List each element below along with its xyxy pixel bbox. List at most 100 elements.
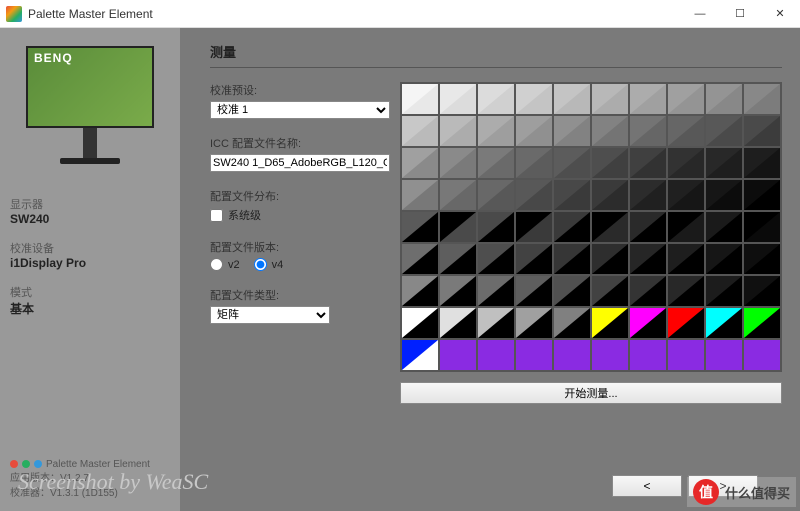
icc-filename-input[interactable] bbox=[210, 154, 390, 172]
color-patch bbox=[515, 339, 553, 371]
color-patch bbox=[401, 339, 439, 371]
color-patch bbox=[667, 339, 705, 371]
color-patch bbox=[705, 275, 743, 307]
color-patch bbox=[439, 115, 477, 147]
color-patch bbox=[667, 211, 705, 243]
color-patch bbox=[477, 339, 515, 371]
preset-select[interactable]: 校准 1 bbox=[210, 101, 390, 119]
color-patch bbox=[743, 243, 781, 275]
color-patch bbox=[439, 147, 477, 179]
smzdm-badge-icon: 值 bbox=[693, 479, 719, 505]
v4-radio[interactable] bbox=[254, 258, 267, 271]
mode-value: 基本 bbox=[10, 300, 170, 317]
preset-label: 校准预设: bbox=[210, 82, 400, 98]
color-patch bbox=[705, 307, 743, 339]
footer-calibrator: V1.3.1 (1D155) bbox=[50, 488, 118, 499]
v2-radio[interactable] bbox=[210, 258, 223, 271]
mode-label: 模式 bbox=[10, 284, 170, 300]
color-patch bbox=[515, 83, 553, 115]
color-patch bbox=[591, 179, 629, 211]
color-patch bbox=[667, 147, 705, 179]
color-patch bbox=[439, 307, 477, 339]
color-patch bbox=[401, 115, 439, 147]
color-patch bbox=[743, 339, 781, 371]
color-patch bbox=[591, 339, 629, 371]
maximize-button[interactable]: ☐ bbox=[720, 0, 760, 28]
distribution-label: 配置文件分布: bbox=[210, 188, 400, 204]
color-patch bbox=[629, 275, 667, 307]
color-patch bbox=[401, 275, 439, 307]
color-patch bbox=[705, 115, 743, 147]
color-patch bbox=[743, 307, 781, 339]
monitor-value: SW240 bbox=[10, 212, 170, 226]
color-patch bbox=[705, 243, 743, 275]
sidebar: BENQ 显示器 SW240 校准设备 i1Display Pro 模式 基本 … bbox=[0, 28, 180, 511]
color-patch bbox=[553, 275, 591, 307]
icc-label: ICC 配置文件名称: bbox=[210, 135, 400, 151]
color-patch bbox=[553, 307, 591, 339]
color-patch bbox=[515, 115, 553, 147]
profile-type-label: 配置文件类型: bbox=[210, 287, 400, 303]
color-patch bbox=[515, 307, 553, 339]
color-patch bbox=[629, 83, 667, 115]
color-patch bbox=[401, 243, 439, 275]
close-button[interactable]: ✕ bbox=[760, 0, 800, 28]
color-patch bbox=[477, 83, 515, 115]
color-patch bbox=[629, 243, 667, 275]
color-patch bbox=[515, 147, 553, 179]
color-patch bbox=[515, 211, 553, 243]
monitor-image: BENQ bbox=[20, 46, 160, 166]
color-patch bbox=[477, 243, 515, 275]
color-patch bbox=[629, 307, 667, 339]
color-patch bbox=[401, 307, 439, 339]
color-patch bbox=[591, 83, 629, 115]
system-level-checkbox[interactable] bbox=[210, 209, 223, 222]
smzdm-text: 什么值得买 bbox=[725, 483, 790, 502]
color-patch bbox=[591, 307, 629, 339]
color-patch bbox=[515, 275, 553, 307]
color-patch bbox=[477, 147, 515, 179]
color-patch bbox=[553, 179, 591, 211]
color-patch bbox=[477, 211, 515, 243]
color-patch bbox=[553, 83, 591, 115]
color-patch bbox=[743, 83, 781, 115]
color-patch bbox=[591, 211, 629, 243]
color-patch bbox=[515, 243, 553, 275]
color-patch bbox=[743, 211, 781, 243]
color-patch bbox=[401, 211, 439, 243]
color-patch bbox=[629, 147, 667, 179]
color-patch bbox=[515, 179, 553, 211]
color-patch bbox=[439, 83, 477, 115]
color-patch bbox=[591, 275, 629, 307]
color-patch bbox=[553, 243, 591, 275]
color-patch bbox=[705, 211, 743, 243]
color-patch bbox=[667, 243, 705, 275]
back-button[interactable]: < bbox=[612, 475, 682, 497]
color-patch bbox=[629, 339, 667, 371]
color-patch bbox=[439, 179, 477, 211]
brand-logo: BENQ bbox=[34, 51, 73, 65]
color-patch bbox=[477, 179, 515, 211]
color-patch bbox=[667, 179, 705, 211]
monitor-label: 显示器 bbox=[10, 196, 170, 212]
color-patch bbox=[439, 275, 477, 307]
color-patch bbox=[401, 147, 439, 179]
color-patch bbox=[553, 147, 591, 179]
window-title: Palette Master Element bbox=[28, 7, 680, 21]
color-patch bbox=[743, 147, 781, 179]
color-patch bbox=[553, 339, 591, 371]
page-title: 测量 bbox=[210, 42, 782, 68]
color-patch bbox=[591, 243, 629, 275]
color-patch bbox=[705, 179, 743, 211]
profile-type-select[interactable]: 矩阵 bbox=[210, 306, 330, 324]
minimize-button[interactable]: — bbox=[680, 0, 720, 28]
color-patch bbox=[591, 115, 629, 147]
footer-version: V1.2.7 bbox=[60, 473, 89, 484]
main-panel: 测量 校准预设: 校准 1 ICC 配置文件名称: 配置文件分布: 系统级 bbox=[180, 28, 800, 511]
color-patch bbox=[553, 115, 591, 147]
color-patch bbox=[439, 339, 477, 371]
color-patch bbox=[705, 83, 743, 115]
color-patch bbox=[743, 179, 781, 211]
color-patch-grid bbox=[400, 82, 782, 372]
start-measurement-button[interactable]: 开始测量... bbox=[400, 382, 782, 404]
